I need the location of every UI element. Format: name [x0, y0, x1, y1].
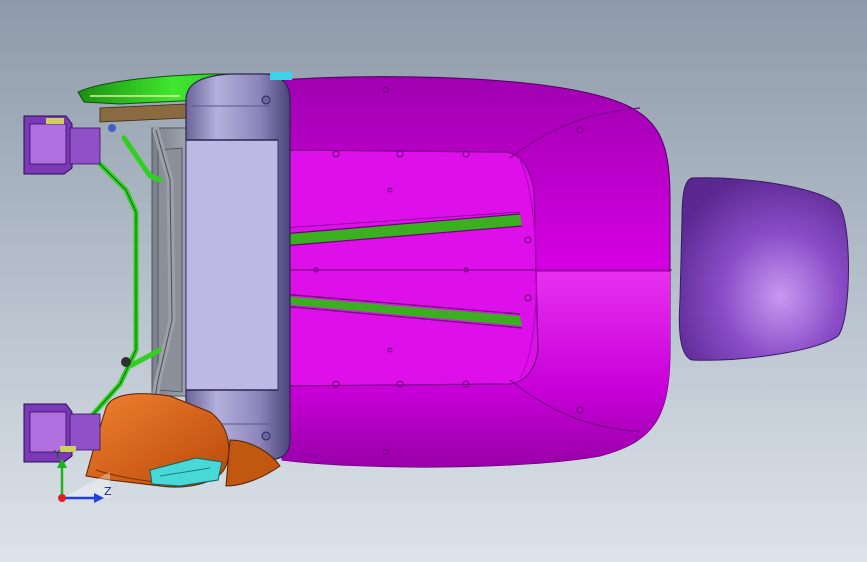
lower-mounting-bracket[interactable] — [23, 403, 101, 463]
upper-mounting-bracket[interactable] — [23, 115, 101, 175]
seat-assembly-model[interactable]: Y Z — [0, 0, 867, 562]
backrest-frame[interactable] — [185, 72, 292, 461]
adjuster-cable[interactable] — [65, 135, 163, 435]
z-axis-label: Z — [104, 485, 112, 498]
adjuster-knob[interactable] — [108, 124, 131, 367]
headrest[interactable] — [678, 177, 849, 361]
3d-viewport[interactable]: Y Z — [0, 0, 867, 562]
y-axis-label: Y — [53, 448, 61, 461]
